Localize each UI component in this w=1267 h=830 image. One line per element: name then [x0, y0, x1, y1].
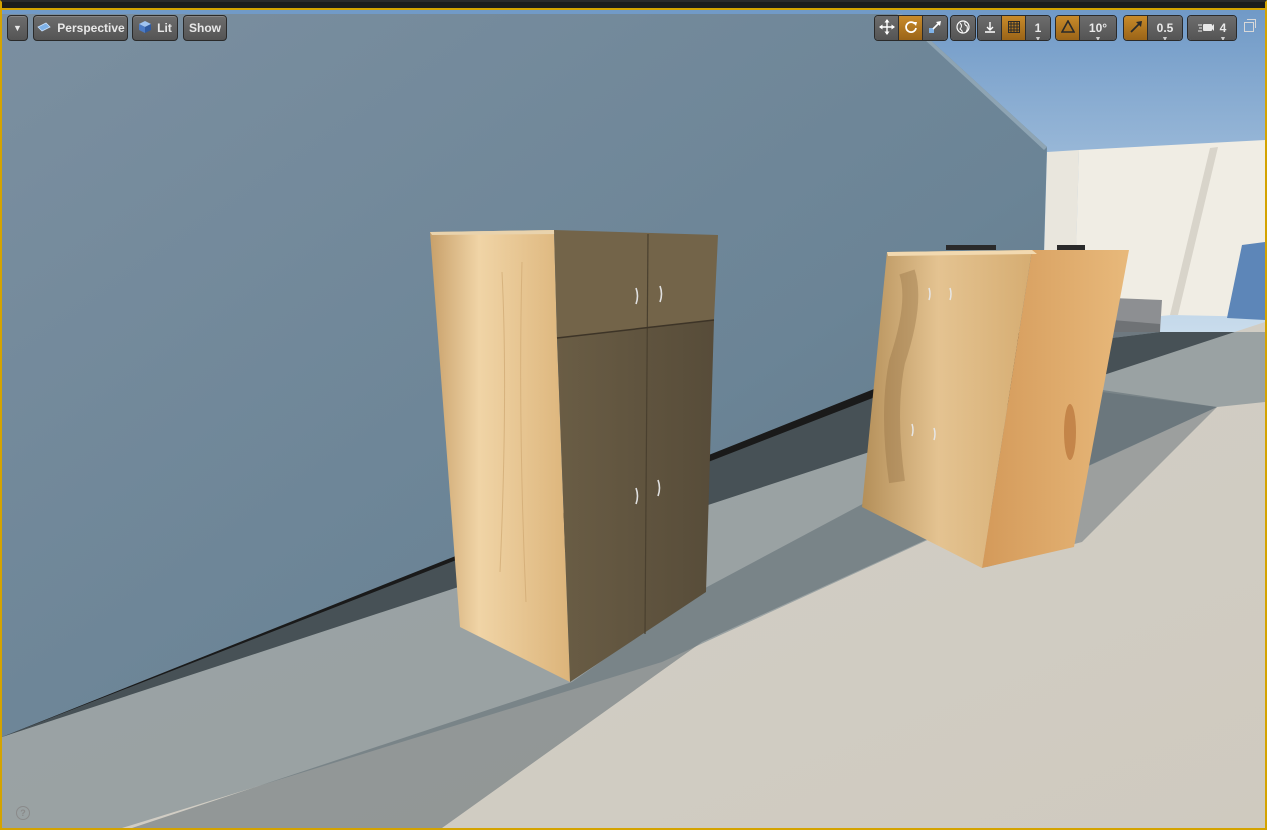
rotation-snap-value: 10° ▼ — [1088, 21, 1108, 41]
scale-snap-toggle[interactable] — [1124, 16, 1148, 40]
rotation-snap-toggle[interactable] — [1056, 16, 1080, 40]
grid-icon — [1007, 20, 1020, 36]
rotation-snap-value-dropdown[interactable]: 10° ▼ — [1080, 16, 1116, 40]
translate-tool-button[interactable] — [875, 16, 899, 40]
surface-snap-icon — [983, 20, 997, 37]
maximize-icon[interactable] — [1244, 19, 1256, 32]
scale-icon — [928, 20, 942, 37]
scale-snap-group: 0.5 ▼ — [1123, 15, 1183, 41]
grid-snap-value-dropdown[interactable]: 1 ▼ — [1026, 16, 1050, 40]
level-viewport[interactable]: ▼ Perspective Lit Show 1 ▼ 10° ▼ 0.5 ▼ 4… — [0, 0, 1267, 830]
show-menu-button[interactable]: Show — [183, 15, 227, 41]
triangle-angle-icon — [1060, 19, 1075, 36]
perspective-label: Perspective — [57, 21, 125, 35]
camera-speed-dropdown[interactable]: 4 ▼ — [1188, 16, 1236, 40]
camera-speed-group: 4 ▼ — [1187, 15, 1237, 41]
scale-snap-value: 0.5 ▼ — [1156, 21, 1174, 41]
camera-speed-icon — [1197, 21, 1214, 36]
show-label: Show — [189, 21, 221, 35]
lit-label: Lit — [157, 21, 172, 35]
grid-snap-toggle[interactable] — [1002, 16, 1026, 40]
move-arrows-icon — [878, 18, 895, 38]
surface-snap-button[interactable] — [978, 16, 1002, 40]
coordinate-space-group — [950, 15, 976, 41]
grid-snap-value: 1 ▼ — [1034, 21, 1042, 41]
rotate-tool-button[interactable] — [899, 16, 923, 40]
rotate-icon — [904, 20, 918, 37]
scale-tool-button[interactable] — [923, 16, 947, 40]
help-icon[interactable]: ? — [16, 806, 30, 820]
rotation-snap-group: 10° ▼ — [1055, 15, 1117, 41]
viewport-scene[interactable] — [2, 2, 1265, 828]
lit-mode-button[interactable]: Lit — [132, 15, 178, 41]
grid-snap-group: 1 ▼ — [977, 15, 1051, 41]
scale-snap-value-dropdown[interactable]: 0.5 ▼ — [1148, 16, 1182, 40]
perspective-view-button[interactable]: Perspective — [33, 15, 128, 41]
transform-tools-group — [874, 15, 948, 41]
world-space-button[interactable] — [951, 16, 975, 40]
camera-speed-value: 4 ▼ — [1219, 21, 1227, 41]
lit-cube-icon — [138, 20, 152, 37]
world-globe-icon — [956, 19, 970, 37]
scale-arrow-icon — [1129, 20, 1143, 37]
perspective-camera-icon — [36, 21, 52, 36]
chevron-down-icon: ▼ — [13, 23, 22, 33]
viewport-options-menu-button[interactable]: ▼ — [7, 15, 28, 41]
